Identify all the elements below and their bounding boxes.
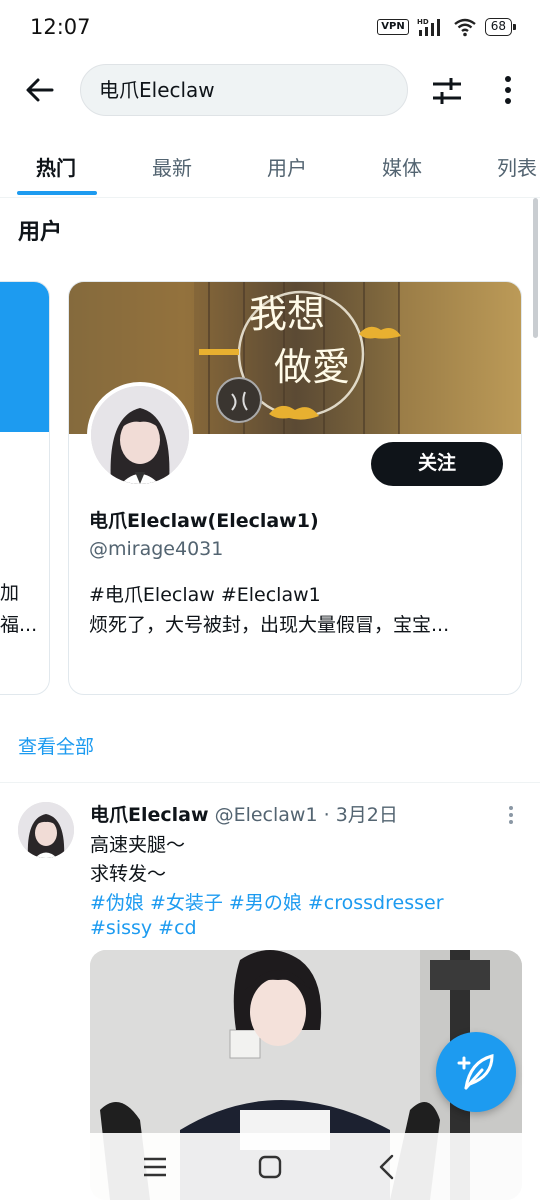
system-nav-bar <box>0 1133 540 1200</box>
active-tab-indicator <box>17 191 97 195</box>
nav-back-icon[interactable] <box>372 1153 402 1181</box>
tab-top[interactable]: 热门 <box>36 152 76 181</box>
user-card-previous-text2: 福... <box>0 614 38 636</box>
wifi-icon <box>453 18 476 37</box>
scrollbar[interactable] <box>533 198 538 338</box>
tweet-text-line1: 高速夹腿～ <box>90 834 186 856</box>
search-input[interactable]: 电爪Eleclaw <box>80 64 408 116</box>
user-card-banner <box>0 282 49 432</box>
banner-text-line1: 我想 <box>249 292 325 336</box>
tweet-hashtags-line1[interactable]: #伪娘 #女装子 #男の娘 #crossdresser <box>90 888 444 915</box>
tab-lists[interactable]: 列表 <box>497 152 537 181</box>
top-search-bar: 电爪Eleclaw <box>0 60 540 122</box>
menu-icon[interactable] <box>140 1153 170 1181</box>
battery-indicator: 68 <box>484 18 517 36</box>
status-time: 12:07 <box>30 15 91 39</box>
cellular-signal-icon: HD <box>417 18 440 36</box>
divider <box>0 782 540 783</box>
user-card-previous-text: 加 <box>0 582 20 604</box>
see-all-link[interactable]: 查看全部 <box>18 732 94 759</box>
tweet-date[interactable]: 3月2日 <box>336 804 398 826</box>
tab-people[interactable]: 用户 <box>267 152 307 181</box>
tweet-more-icon[interactable] <box>504 804 518 826</box>
status-bar: 12:07 VPN HD 68 <box>0 0 540 56</box>
user-handle: @mirage4031 <box>89 538 224 560</box>
user-avatar[interactable] <box>87 382 193 488</box>
tab-media[interactable]: 媒体 <box>382 152 422 181</box>
tab-latest[interactable]: 最新 <box>152 152 192 181</box>
user-card[interactable]: 我想 做愛 关注 电爪Eleclaw(Eleclaw1) @mirage4031… <box>68 281 522 695</box>
user-display-name: 电爪Eleclaw(Eleclaw1) <box>89 510 319 532</box>
tweet-avatar[interactable] <box>18 802 74 858</box>
tweet-avatar-image <box>18 802 74 858</box>
more-vertical-icon[interactable] <box>494 72 522 108</box>
follow-button[interactable]: 关注 <box>371 442 503 486</box>
hd-label: HD <box>417 18 429 26</box>
tweet-text-line2: 求转发～ <box>90 863 167 885</box>
compose-icon <box>457 1054 494 1090</box>
tweet-header: 电爪Eleclaw @Eleclaw1 · 3月2日 <box>90 800 398 827</box>
vpn-badge: VPN <box>377 19 409 35</box>
compose-button[interactable] <box>436 1032 516 1112</box>
user-bio-line2: 烦死了，大号被封，出现大量假冒，宝宝... <box>89 614 450 636</box>
back-arrow-icon[interactable] <box>22 72 58 108</box>
home-square-icon[interactable] <box>255 1153 285 1181</box>
status-icons: VPN HD 68 <box>377 17 517 37</box>
user-bio-line1: #电爪Eleclaw #Eleclaw1 <box>89 584 321 606</box>
tweet-separator: · <box>317 804 336 826</box>
avatar-image <box>91 386 189 484</box>
tweet-author-name[interactable]: 电爪Eleclaw <box>90 804 209 826</box>
banner-text-line2: 做愛 <box>274 345 350 389</box>
filter-icon[interactable] <box>430 74 464 108</box>
users-section-title: 用户 <box>18 220 63 245</box>
tweet-hashtags-line2[interactable]: #sissy #cd <box>90 917 197 939</box>
search-tabs: 热门 最新 用户 媒体 列表 <box>0 140 540 198</box>
tweet-author-handle[interactable]: @Eleclaw1 <box>215 804 318 826</box>
